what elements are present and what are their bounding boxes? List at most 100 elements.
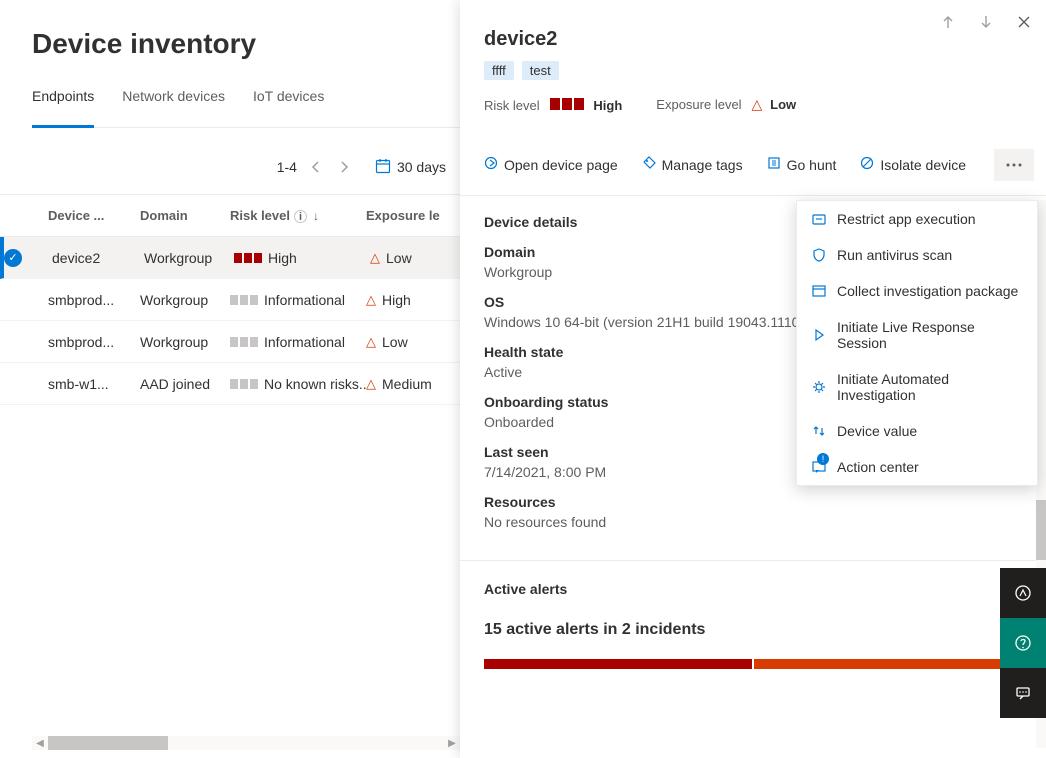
manage-tags-button[interactable]: Manage tags [642, 156, 743, 174]
updown-arrow-icon [811, 423, 827, 439]
device-details-flyout: device2 ffff test Risk level High Exposu… [460, 0, 1046, 758]
active-alerts-title: Active alerts [484, 581, 567, 597]
scroll-right-icon[interactable]: ▶ [444, 738, 460, 749]
tabs: Endpoints Network devices IoT devices [32, 88, 460, 128]
initiate-live-response-item[interactable]: Initiate Live Response Session [797, 309, 1037, 361]
col-risk[interactable]: Risk leveli↓ [230, 208, 366, 223]
restrict-icon [811, 211, 827, 227]
risk-level-label: Risk level [484, 98, 540, 113]
prev-page-button[interactable] [305, 156, 327, 178]
side-button-help[interactable] [1000, 618, 1046, 668]
col-domain[interactable]: Domain [140, 208, 230, 223]
sort-arrow-icon: ↓ [313, 209, 319, 223]
risk-bars-icon [230, 295, 258, 305]
help-icon [1014, 634, 1032, 652]
restrict-app-execution-item[interactable]: Restrict app execution [797, 201, 1037, 237]
notification-badge: ! [817, 453, 829, 465]
warning-icon: △ [751, 96, 762, 112]
tag[interactable]: ffff [484, 61, 514, 80]
tag[interactable]: test [522, 61, 559, 80]
cell-domain: Workgroup [140, 334, 230, 350]
tab-endpoints[interactable]: Endpoints [32, 88, 94, 128]
feedback-icon [1014, 684, 1032, 702]
more-icon [1006, 163, 1022, 167]
side-button-1[interactable] [1000, 568, 1046, 618]
table-row[interactable]: smb-w1... AAD joined No known risks.. △M… [0, 363, 460, 405]
active-alerts-header[interactable]: Active alerts ︿ [484, 579, 1022, 599]
info-icon: i [294, 210, 307, 223]
table-row[interactable]: smbprod... Workgroup Informational △Low [0, 321, 460, 363]
arrow-up-icon [940, 14, 956, 30]
cell-domain: AAD joined [140, 376, 230, 392]
action-center-item[interactable]: ! Action center [797, 449, 1037, 485]
run-antivirus-scan-item[interactable]: Run antivirus scan [797, 237, 1037, 273]
package-icon [811, 283, 827, 299]
close-button[interactable] [1010, 8, 1038, 36]
horizontal-scrollbar[interactable]: ◀ ▶ [32, 736, 460, 750]
device-value-item[interactable]: Device value [797, 413, 1037, 449]
initiate-automated-investigation-item[interactable]: Initiate Automated Investigation [797, 361, 1037, 413]
go-hunt-button[interactable]: Go hunt [767, 156, 837, 174]
resources-label: Resources [484, 494, 1022, 510]
risk-bars-icon [230, 379, 258, 389]
alerts-summary: 15 active alerts in 2 incidents [484, 621, 1022, 639]
alerts-bar-high [484, 659, 752, 669]
prev-item-button[interactable] [934, 8, 962, 36]
warning-icon: △ [366, 334, 376, 350]
isolate-icon [860, 156, 874, 174]
close-icon [1016, 14, 1032, 30]
tab-iot-devices[interactable]: IoT devices [253, 88, 324, 128]
col-exposure[interactable]: Exposure le [366, 208, 460, 223]
warning-icon: △ [366, 376, 376, 392]
cell-risk: Informational [230, 334, 366, 350]
collect-investigation-package-item[interactable]: Collect investigation package [797, 273, 1037, 309]
cell-risk: No known risks.. [230, 376, 366, 392]
risk-bars-icon [234, 253, 262, 263]
risk-exposure-row: Risk level High Exposure level △ Low [484, 96, 1022, 113]
row-select[interactable]: ✓ [4, 248, 52, 267]
calendar-icon [375, 158, 391, 177]
cell-exposure: △Medium [366, 376, 460, 392]
warning-icon: △ [370, 250, 380, 266]
col-device[interactable]: Device ... [48, 208, 140, 223]
risk-bars-icon [550, 98, 584, 110]
open-page-icon [484, 156, 498, 174]
isolate-device-button[interactable]: Isolate device [860, 156, 966, 174]
next-page-button[interactable] [333, 156, 355, 178]
time-range-filter[interactable]: 30 days [375, 158, 446, 177]
cell-device: smb-w1... [48, 376, 140, 392]
chevron-right-icon [338, 161, 350, 173]
device-tags: ffff test [484, 61, 1022, 80]
cell-risk: High [234, 250, 370, 266]
scroll-thumb[interactable] [1036, 500, 1046, 560]
alerts-bar-medium [754, 659, 1022, 669]
cell-device: smbprod... [48, 292, 140, 308]
tab-label: IoT devices [253, 88, 324, 104]
time-range-label: 30 days [397, 159, 446, 175]
exposure-level-label: Exposure level [656, 97, 741, 112]
tab-network-devices[interactable]: Network devices [122, 88, 225, 128]
open-device-page-button[interactable]: Open device page [484, 156, 618, 174]
shield-icon [811, 247, 827, 263]
cell-device: device2 [52, 250, 144, 266]
scroll-left-icon[interactable]: ◀ [32, 738, 48, 749]
tab-label: Network devices [122, 88, 225, 104]
scroll-thumb[interactable] [48, 736, 168, 750]
action-bar: Open device page Manage tags Go hunt Iso… [460, 135, 1046, 196]
alerts-severity-bar [484, 659, 1022, 669]
side-button-feedback[interactable] [1000, 668, 1046, 718]
next-item-button[interactable] [972, 8, 1000, 36]
tag-icon [642, 156, 656, 174]
cell-risk: Informational [230, 292, 366, 308]
compass-icon [1014, 584, 1032, 602]
more-actions-button[interactable] [994, 149, 1034, 181]
gear-icon [811, 379, 827, 395]
table-row[interactable]: smbprod... Workgroup Informational △High [0, 279, 460, 321]
cell-exposure: △High [366, 292, 460, 308]
table-row[interactable]: ✓ device2 Workgroup High △Low [0, 237, 460, 279]
device-table: Device ... Domain Risk leveli↓ Exposure … [0, 194, 460, 405]
side-action-buttons [1000, 568, 1046, 718]
chevron-left-icon [310, 161, 322, 173]
cell-exposure: △Low [370, 250, 464, 266]
active-alerts-section: Active alerts ︿ 15 active alerts in 2 in… [484, 561, 1022, 669]
